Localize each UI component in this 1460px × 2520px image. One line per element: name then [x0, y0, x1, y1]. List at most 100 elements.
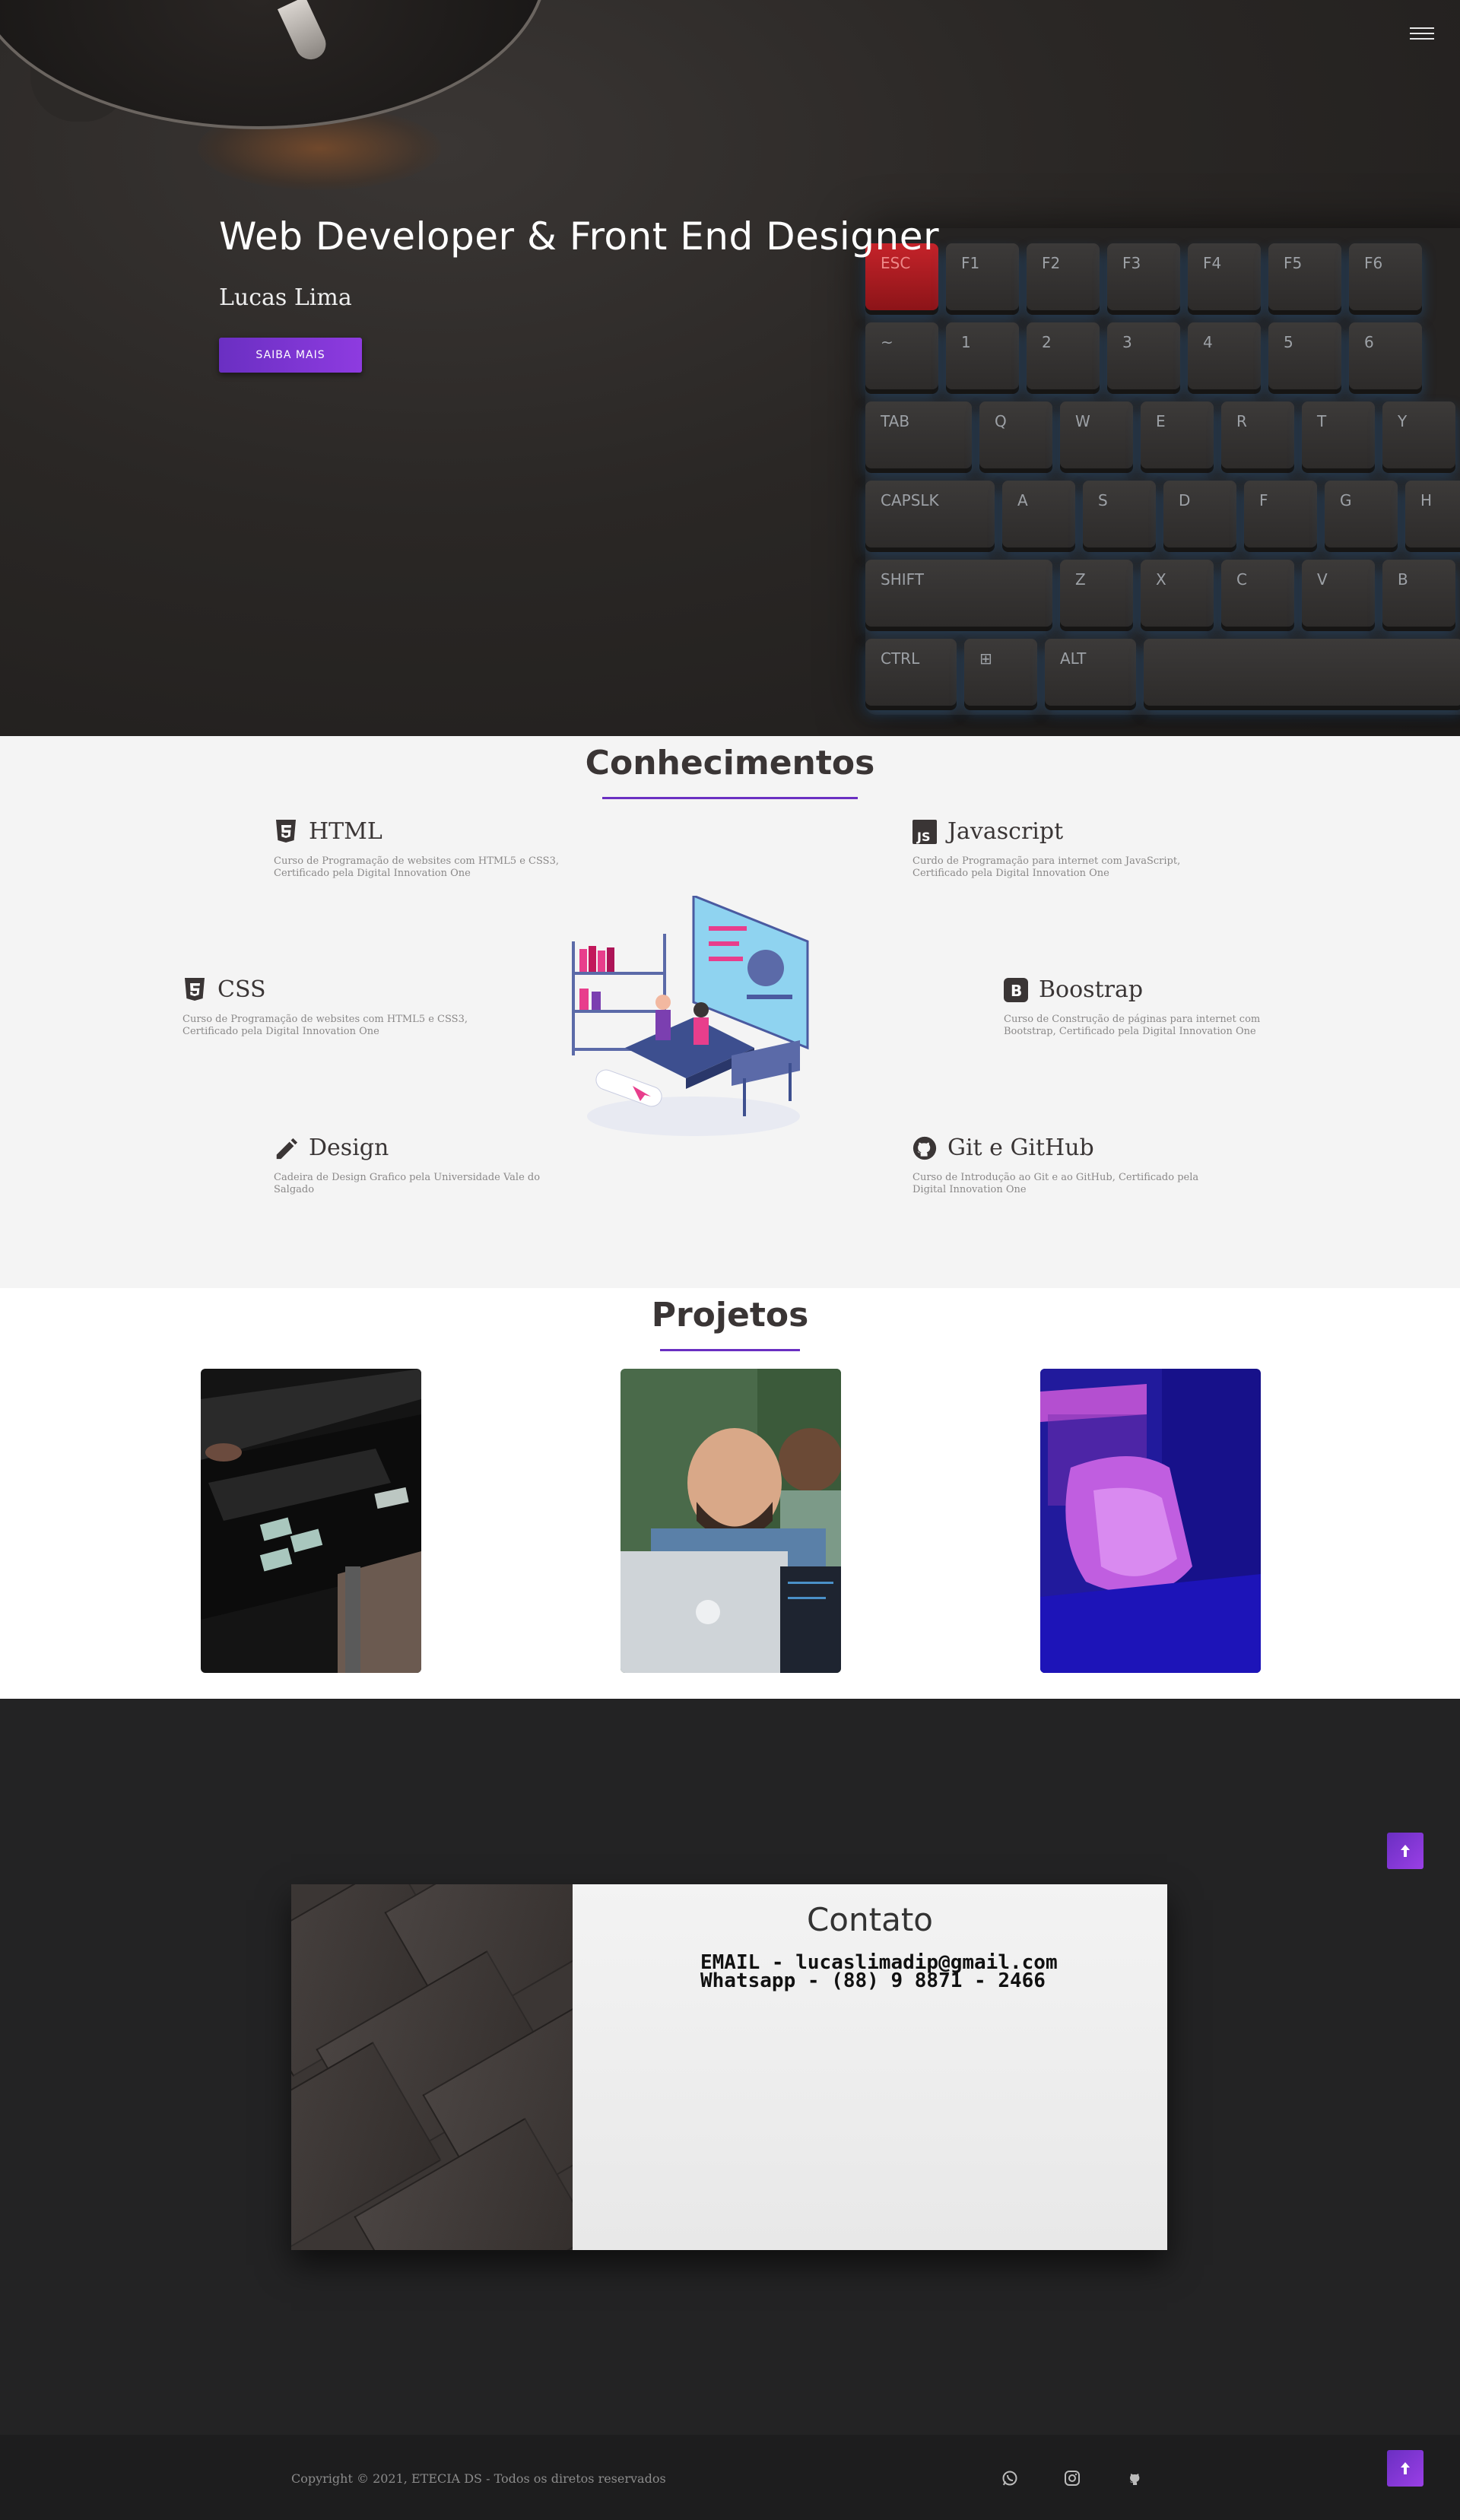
arrow-up-icon: [1401, 2462, 1410, 2474]
key: CTRL: [865, 639, 957, 706]
key: F6: [1349, 243, 1422, 310]
hamburger-menu-icon[interactable]: [1410, 27, 1434, 44]
key-row-2: ~ 1 2 3 4 5 6: [865, 322, 1422, 389]
key-row-4: CAPSLK A S D F G H: [865, 481, 1460, 547]
arrow-up-icon: [1401, 1845, 1410, 1857]
key-row-1: ESC F1 F2 F3 F4 F5 F6: [865, 243, 1422, 310]
contact-card: Contato EMAIL - lucaslimadip@gmail.com W…: [291, 1884, 1167, 2250]
contact-title: Contato: [806, 1901, 933, 1938]
skill-name: Boostrap: [1039, 976, 1144, 1003]
skill-bootstrap: B Boostrap Curso de Construção de página…: [1004, 976, 1300, 1038]
css3-icon: [182, 977, 207, 1002]
key: W: [1060, 401, 1133, 468]
js-icon: JS: [912, 819, 937, 844]
key: X: [1141, 560, 1214, 627]
envelopes-photo: [291, 1884, 573, 2250]
key: D: [1163, 481, 1236, 547]
title-underline: [660, 1349, 800, 1351]
github-icon: [912, 1136, 937, 1160]
instagram-icon[interactable]: [1062, 2468, 1082, 2488]
hero-title: Web Developer & Front End Designer: [219, 214, 940, 259]
key: F3: [1107, 243, 1180, 310]
key: Q: [979, 401, 1052, 468]
key: F: [1244, 481, 1317, 547]
skill-name: CSS: [217, 976, 266, 1003]
skill-name: Git e GitHub: [947, 1135, 1094, 1161]
key: V: [1302, 560, 1375, 627]
desk-keyboard-photo: [201, 1369, 421, 1673]
key: TAB: [865, 401, 972, 468]
windows-key-icon: ⊞: [964, 639, 1037, 706]
space-key: [1144, 639, 1460, 706]
footer: Copyright © 2021, ETECIA DS - Todos os d…: [0, 2435, 1460, 2520]
key: 6: [1349, 322, 1422, 389]
contact-info: Contato EMAIL - lucaslimadip@gmail.com W…: [573, 1884, 1167, 2250]
whatsapp-icon[interactable]: [1000, 2468, 1020, 2488]
key: ALT: [1045, 639, 1136, 706]
key: CAPSLK: [865, 481, 995, 547]
hero-subtitle: Lucas Lima: [219, 284, 352, 311]
key: F5: [1268, 243, 1341, 310]
svg-text:JS: JS: [916, 830, 930, 844]
key: G: [1325, 481, 1398, 547]
project-card[interactable]: [1040, 1369, 1261, 1673]
back-to-top-button[interactable]: [1387, 1833, 1424, 1869]
skill-description: Cadeira de Design Grafico pela Universid…: [274, 1172, 541, 1195]
key: F4: [1188, 243, 1261, 310]
html5-icon: [274, 819, 298, 844]
skill-design: Design Cadeira de Design Grafico pela Un…: [274, 1135, 570, 1196]
key: 5: [1268, 322, 1341, 389]
key: SHIFT: [865, 560, 1052, 627]
hero-section: ESC F1 F2 F3 F4 F5 F6 ~ 1 2 3 4 5 6 TAB …: [0, 0, 1460, 736]
key-row-3: TAB Q W E R T Y: [865, 401, 1455, 468]
skill-description: Curso de Programação de websites com HTM…: [274, 855, 559, 879]
key: 1: [946, 322, 1019, 389]
github-icon[interactable]: [1125, 2468, 1145, 2488]
key: B: [1382, 560, 1455, 627]
skill-git: Git e GitHub Curso de Introdução ao Git …: [912, 1135, 1209, 1196]
screen: [692, 896, 809, 1050]
learning-illustration: [572, 896, 809, 1136]
key: S: [1083, 481, 1156, 547]
bootstrap-icon: B: [1004, 977, 1028, 1002]
pencil-icon: [274, 1136, 298, 1160]
skill-description: Curso de Construção de páginas para inte…: [1004, 1014, 1261, 1037]
skill-name: HTML: [309, 818, 382, 845]
key: F1: [946, 243, 1019, 310]
skill-name: Javascript: [947, 818, 1064, 845]
svg-text:B: B: [1011, 982, 1022, 1000]
key: T: [1302, 401, 1375, 468]
project-card[interactable]: [201, 1369, 421, 1673]
key: 3: [1107, 322, 1180, 389]
key: R: [1221, 401, 1294, 468]
whatsapp-text[interactable]: Whatsapp - (88) 9 8871 - 2466: [700, 1969, 1046, 1992]
key: E: [1141, 401, 1214, 468]
key: ~: [865, 322, 938, 389]
developers-laptop-photo: [620, 1369, 841, 1673]
key: 4: [1188, 322, 1261, 389]
project-card[interactable]: [620, 1369, 841, 1673]
skill-description: Curso de Programação de websites com HTM…: [182, 1014, 468, 1037]
title-underline: [602, 797, 858, 799]
key-row-5: SHIFT Z X C V B: [865, 560, 1455, 627]
key: A: [1002, 481, 1075, 547]
skill-description: Curdo de Programação para internet com J…: [912, 855, 1181, 879]
saiba-mais-button[interactable]: SAIBA MAIS: [219, 338, 362, 373]
skill-name: Design: [309, 1135, 389, 1161]
key: Y: [1382, 401, 1455, 468]
skill-javascript: JS Javascript Curdo de Programação para …: [912, 818, 1209, 880]
purple-pillow-photo: [1040, 1369, 1261, 1673]
key-row-6: CTRL ⊞ ALT: [865, 639, 1460, 706]
copyright-text: Copyright © 2021, ETECIA DS - Todos os d…: [291, 2471, 666, 2486]
skill-description: Curso de Introdução ao Git e ao GitHub, …: [912, 1172, 1199, 1195]
key: H: [1405, 481, 1460, 547]
key: Z: [1060, 560, 1133, 627]
keyboard-photo: ESC F1 F2 F3 F4 F5 F6 ~ 1 2 3 4 5 6 TAB …: [865, 228, 1460, 715]
back-to-top-button[interactable]: [1387, 2450, 1424, 2487]
skills-title: Conhecimentos: [585, 744, 875, 782]
projects-title: Projetos: [651, 1296, 809, 1335]
key: C: [1221, 560, 1294, 627]
key: 2: [1027, 322, 1100, 389]
skill-css: CSS Curso de Programação de websites com…: [182, 976, 479, 1038]
key: F2: [1027, 243, 1100, 310]
